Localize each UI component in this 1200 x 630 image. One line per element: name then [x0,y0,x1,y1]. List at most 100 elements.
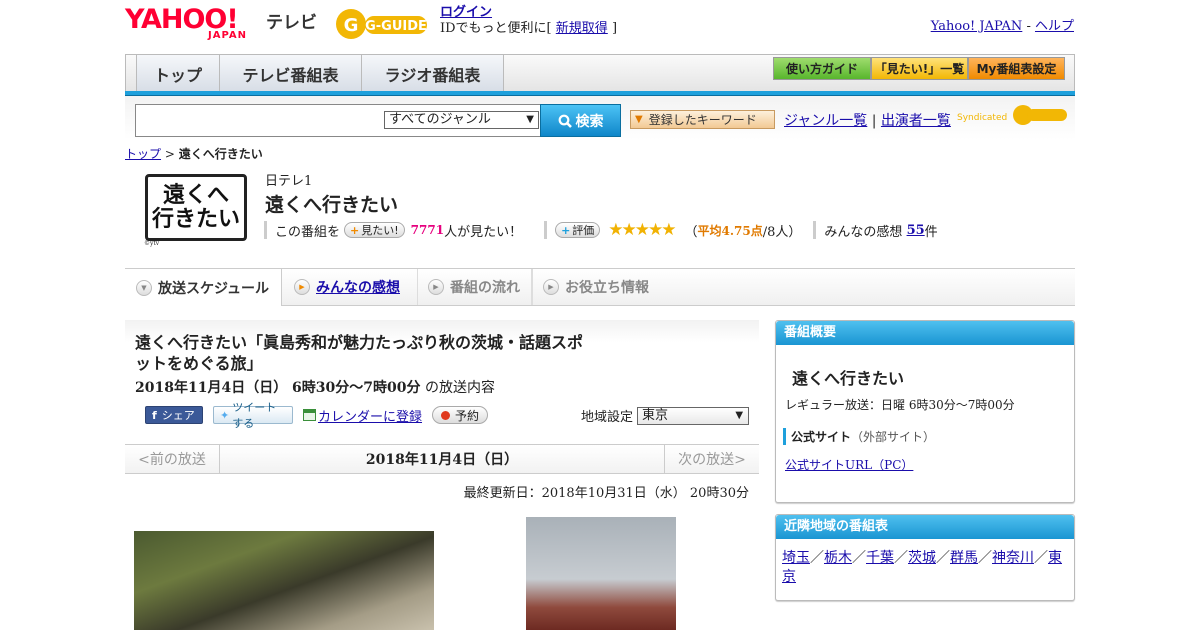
program-stats: この番組を + 見たい! 7771 人が見たい！ + 評価 ★★★★★ （ 平均4.… [264,220,938,240]
nearby-header: 近隣地域の番組表 [776,515,1074,539]
episode-photo-park [526,517,676,630]
nearby-sep: ／ [894,550,908,566]
program-logo-credit: ©ytv [144,240,160,247]
tab-info[interactable]: ▶ お役立ち情報 [532,269,672,305]
yahoo-logo[interactable]: YAHOO! [125,6,239,33]
search-button-label: 検索 [575,113,604,130]
syndicated-gguide-logo: Syndicated [957,104,1069,126]
breadcrumb-current: 遠くへ行きたい [178,147,263,161]
episode-date: 2018年11月4日（日） 6時30分～7時00分 の放送内容 [135,377,495,397]
calendar-icon [303,409,316,421]
reserve-button[interactable]: 予約 [432,406,489,424]
tweet-label: ツイートする [232,401,277,430]
chevron-right-icon: ▶ [294,279,310,295]
login-link[interactable]: ログイン [440,5,492,20]
link-divider: | [871,113,877,129]
nearby-links: 埼玉／栃木／千葉／茨城／群馬／神奈川／東京 [782,549,1067,587]
genre-selected: すべてのジャンル [389,112,491,127]
help-link[interactable]: ヘルプ [1035,19,1074,34]
genre-links: ジャンル一覧 | 出演者一覧 [784,110,951,130]
rating-count: /8人） [762,224,802,240]
tab-schedule[interactable]: ▼ 放送スケジュール [125,269,282,306]
my-schedule-button[interactable]: My番組表設定 [968,57,1065,80]
nearby-link-chiba[interactable]: 千葉 [866,550,894,566]
nearby-link-saitama[interactable]: 埼玉 [782,550,810,566]
keyword-button-label: 登録したキーワード [648,113,757,127]
want-count: 7771 [410,223,445,237]
nav-tab-top[interactable]: トップ [136,55,220,92]
tab-flow[interactable]: ▶ 番組の流れ [417,269,532,305]
nav-tab-radio[interactable]: ラジオ番組表 [362,55,504,92]
want-suffix: 人が見たい！ [444,224,523,240]
nearby-link-ibaraki[interactable]: 茨城 [908,550,936,566]
rate-button-label: 評価 [572,224,595,237]
tweet-button[interactable]: ✦ ツイートする [213,401,293,430]
gguide-logo[interactable]: G G-GUIDE [335,6,433,42]
nearby-sep: ／ [810,550,824,566]
calendar-link[interactable]: カレンダーに登録 [303,406,422,425]
tab-schedule-label: 放送スケジュール [158,280,270,297]
next-broadcast[interactable]: 次の放送> [664,445,759,473]
plus-icon: + [561,223,571,237]
program-title: 遠くへ行きたい [265,194,399,216]
tab-flow-label: 番組の流れ [450,280,520,296]
overview-title: 遠くへ行きたい [792,369,905,388]
top-right-links: Yahoo! JAPAN - ヘルプ [931,15,1074,34]
rate-button[interactable]: + 評価 [555,222,601,238]
nearby-sep: ／ [936,550,950,566]
nearby-sep: ／ [852,550,866,566]
facebook-share-label: シェア [161,409,195,422]
region-label: 地域設定 [581,410,634,425]
last-updated: 最終更新日：2018年10月31日（水） 20時30分 [463,486,749,501]
episode-date-suffix: の放送内容 [424,380,495,396]
dropdown-arrow-icon: ▼ [735,409,744,421]
nearby-sep: ／ [1034,550,1048,566]
svg-text:G: G [344,15,359,36]
facebook-icon: f [152,408,157,422]
region-select[interactable]: 東京 ▼ [637,406,750,425]
yahoo-logo-sub: JAPAN [208,30,247,41]
review-suffix: 件 [924,224,938,240]
gguide-logo-text: G-GUIDE [365,19,427,34]
login-note: IDでもっと便利に[ [440,21,552,36]
register-link[interactable]: 新規取得 [556,21,608,36]
dropdown-arrow-icon: ▼ [526,114,534,125]
search-button[interactable]: 検索 [540,104,621,137]
twitter-bird-icon: ✦ [220,408,230,422]
want-button[interactable]: + 見たい! [344,222,405,238]
keyword-button[interactable]: ▼ 登録したキーワード [630,110,775,129]
nearby-link-gunma[interactable]: 群馬 [950,550,978,566]
chevron-right-icon: ▶ [543,279,559,295]
episode-title: 遠くへ行きたい「眞島秀和が魅力たっぷり秋の茨城・話題スポットをめぐる旅」 [135,333,584,373]
guide-button[interactable]: 使い方ガイド [773,57,871,80]
want-button-label: 見たい! [361,224,399,237]
overview-box: 番組概要 遠くへ行きたい レギュラー放送：日曜 6時30分～7時00分 公式サイ… [775,320,1075,503]
program-logo-line2: 行きたい [151,206,240,232]
want-list-button[interactable]: 「見たい!」一覧 [871,57,968,80]
official-site-link[interactable]: 公式サイトURL（PC） [785,456,913,473]
regular-broadcast: レギュラー放送：日曜 6時30分～7時00分 [785,398,1015,412]
nav-tab-tv[interactable]: テレビ番組表 [220,55,362,92]
review-count-link[interactable]: 55 [907,223,925,238]
dash: - [1022,19,1035,34]
genre-list-link[interactable]: ジャンル一覧 [784,113,867,129]
prev-broadcast[interactable]: <前の放送 [125,445,220,473]
login-block: ログイン IDでもっと便利に[ 新規取得 ] [440,5,617,37]
performer-list-link[interactable]: 出演者一覧 [881,113,951,129]
breadcrumb-home[interactable]: トップ [125,147,161,161]
stat-separator [813,221,817,239]
overview-header: 番組概要 [776,321,1074,345]
official-site-heading: 公式サイト（外部サイト） [783,428,935,445]
chevron-right-icon: ▶ [428,279,444,295]
official-site-note: （外部サイト） [851,430,936,444]
facebook-share-button[interactable]: f シェア [145,406,203,424]
nearby-link-kanagawa[interactable]: 神奈川 [992,550,1034,566]
reserve-label: 予約 [455,408,480,423]
nearby-link-tochigi[interactable]: 栃木 [824,550,852,566]
stat-separator [264,221,267,239]
plus-icon: + [350,223,360,237]
yahoo-japan-link[interactable]: Yahoo! JAPAN [931,19,1023,34]
genre-select[interactable]: すべてのジャンル ▼ [384,111,539,129]
tv-label[interactable]: テレビ [266,8,317,33]
region-value: 東京 [642,407,669,423]
